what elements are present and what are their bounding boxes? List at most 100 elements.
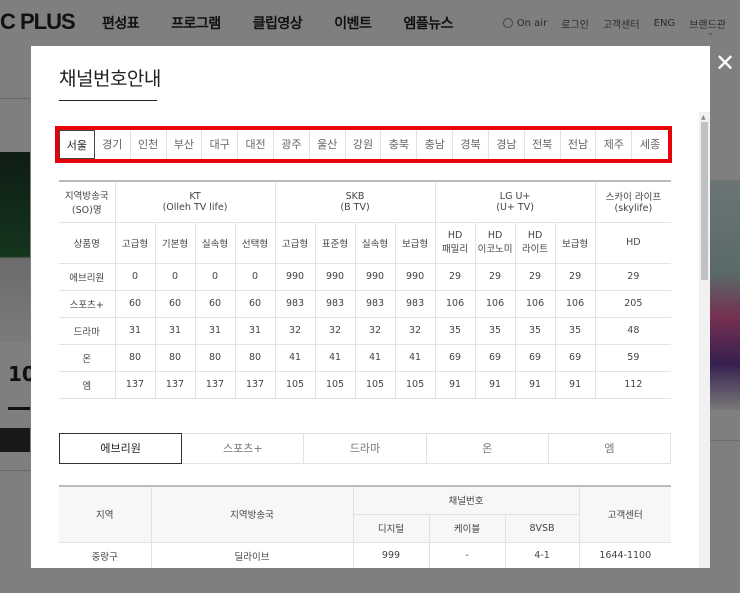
genre-tab[interactable]: 온 — [426, 433, 549, 464]
channel-number-cell: 29 — [474, 262, 516, 291]
product-header: 표준형 — [314, 221, 356, 264]
col-channel-number: 채널번호 — [352, 485, 580, 515]
channel-number-cell: 69 — [554, 343, 596, 372]
cell-digital: 999 — [352, 541, 430, 568]
region-tab[interactable]: 전북 — [525, 130, 561, 159]
table-row: 에브리원 0 0 0 0 990 990 990 990 29 29 29 29 29 — [59, 262, 672, 291]
channel-number-cell: 31 — [114, 316, 156, 345]
product-header: 기본형 — [154, 221, 196, 264]
channel-number-cell: 29 — [514, 262, 556, 291]
channel-number-cell: 990 — [354, 262, 396, 291]
scroll-thumb[interactable] — [701, 122, 708, 280]
corner-header: 지역방송국 (SO)명 — [59, 180, 116, 223]
channel-number-cell: 91 — [474, 370, 516, 399]
region-tab[interactable]: 울산 — [310, 130, 346, 159]
channel-number-cell: 137 — [194, 370, 236, 399]
region-tab[interactable]: 경기 — [95, 130, 131, 159]
channel-number-cell: 105 — [394, 370, 436, 399]
channel-name: 온 — [59, 343, 116, 372]
close-icon[interactable]: ✕ — [712, 50, 738, 76]
channel-number-cell: 0 — [114, 262, 156, 291]
channel-number-cell: 205 — [594, 289, 672, 318]
table-row: 드라마 31 31 31 31 32 32 32 32 35 35 35 35 48 — [59, 316, 672, 345]
channel-number-cell: 91 — [514, 370, 556, 399]
product-header: 고급형 — [114, 221, 156, 264]
provider-header-kt: KT (Olleh TV life) — [114, 180, 276, 223]
channel-number-cell: 41 — [354, 343, 396, 372]
region-tab[interactable]: 충남 — [417, 130, 454, 159]
channel-number-cell: 137 — [114, 370, 156, 399]
cell-station: 딜라이브 — [150, 541, 354, 568]
scroll-up-icon[interactable]: ▲ — [701, 114, 706, 121]
region-tab[interactable]: 충북 — [381, 130, 418, 159]
region-tabs: 서울 경기 인천 부산 대구 대전 광주 울산 강원 충북 충남 경북 경남 전북 전남 제주 세종 — [59, 130, 668, 159]
region-tab[interactable]: 세종 — [632, 130, 668, 159]
region-tab[interactable]: 인천 — [131, 130, 167, 159]
col-region: 지역 — [59, 485, 152, 543]
channel-number-cell: 60 — [114, 289, 156, 318]
region-tab[interactable]: 경남 — [489, 130, 525, 159]
channel-number-cell: 80 — [114, 343, 156, 372]
region-tab[interactable]: 경북 — [453, 130, 489, 159]
channel-number-cell: 60 — [234, 289, 276, 318]
channel-number-cell: 106 — [434, 289, 476, 318]
channel-number-cell: 35 — [474, 316, 516, 345]
product-header: 선택형 — [234, 221, 276, 264]
region-tab[interactable]: 부산 — [167, 130, 203, 159]
genre-tab[interactable]: 에브리원 — [59, 433, 183, 464]
channel-number-cell: 32 — [274, 316, 316, 345]
channel-number-cell: 41 — [394, 343, 436, 372]
region-tabs-highlight: 서울 경기 인천 부산 대구 대전 광주 울산 강원 충북 충남 경북 경남 전북 전남 제주 세종 — [55, 126, 672, 163]
region-tab[interactable]: 대전 — [238, 130, 274, 159]
channel-number-cell: 137 — [154, 370, 196, 399]
region-tab[interactable]: 대구 — [202, 130, 239, 159]
channel-number-cell: 69 — [514, 343, 556, 372]
cell-support: 1644-1100 — [578, 541, 672, 568]
product-header: HD 라이트 — [514, 221, 556, 264]
product-header: HD 이코노미 — [474, 221, 516, 264]
channel-number-cell: 91 — [554, 370, 596, 399]
channel-number-cell: 41 — [274, 343, 316, 372]
region-tab[interactable]: 광주 — [274, 130, 310, 159]
channel-number-cell: 31 — [154, 316, 196, 345]
provider-header-skb: SKB (B TV) — [274, 180, 436, 223]
channel-number-cell: 31 — [194, 316, 236, 345]
region-tab[interactable]: 전남 — [561, 130, 597, 159]
col-support: 고객센터 — [578, 485, 672, 543]
channel-number-cell: 35 — [434, 316, 476, 345]
region-detail-table: 지역 지역방송국 채널번호 고객센터 디지털 케이블 8VSB 중랑구 딜라이브… — [59, 485, 672, 568]
region-tab[interactable]: 제주 — [596, 130, 633, 159]
title-underline — [59, 100, 157, 101]
channel-number-cell: 990 — [314, 262, 356, 291]
channel-number-cell: 0 — [234, 262, 276, 291]
channel-number-cell: 983 — [394, 289, 436, 318]
genre-tab[interactable]: 엠 — [548, 433, 672, 464]
channel-number-cell: 29 — [554, 262, 596, 291]
channel-number-cell: 41 — [314, 343, 356, 372]
modal-title: 채널번호안내 — [59, 68, 161, 90]
channel-number-cell: 69 — [474, 343, 516, 372]
channel-number-cell: 91 — [434, 370, 476, 399]
table-row: 스포츠+ 60 60 60 60 983 983 983 983 106 106 106 106 205 — [59, 289, 672, 318]
genre-tabs: 에브리원 스포츠+ 드라마 온 엠 — [59, 433, 672, 464]
cell-cable: - — [428, 541, 506, 568]
channel-number-cell: 105 — [274, 370, 316, 399]
cell-region: 중랑구 — [59, 541, 152, 568]
channel-number-cell: 983 — [274, 289, 316, 318]
region-tab[interactable]: 서울 — [59, 130, 95, 159]
product-header: 고급형 — [274, 221, 316, 264]
genre-tab[interactable]: 스포츠+ — [182, 433, 305, 464]
channel-number-cell: 32 — [314, 316, 356, 345]
channel-number-cell: 990 — [394, 262, 436, 291]
channel-number-cell: 80 — [234, 343, 276, 372]
channel-number-cell: 35 — [514, 316, 556, 345]
product-header: 실속형 — [194, 221, 236, 264]
channel-name: 스포츠+ — [59, 289, 116, 318]
product-header: HD — [594, 221, 672, 264]
genre-tab[interactable]: 드라마 — [304, 433, 427, 464]
channel-number-cell: 0 — [194, 262, 236, 291]
table-row: 중랑구 딜라이브 999 - 4-1 1644-1100 — [59, 541, 672, 568]
channel-number-table: 지역방송국 (SO)명 KT (Olleh TV life) SKB (B TV… — [59, 180, 672, 399]
region-tab[interactable]: 강원 — [346, 130, 382, 159]
col-cable: 케이블 — [428, 513, 506, 543]
